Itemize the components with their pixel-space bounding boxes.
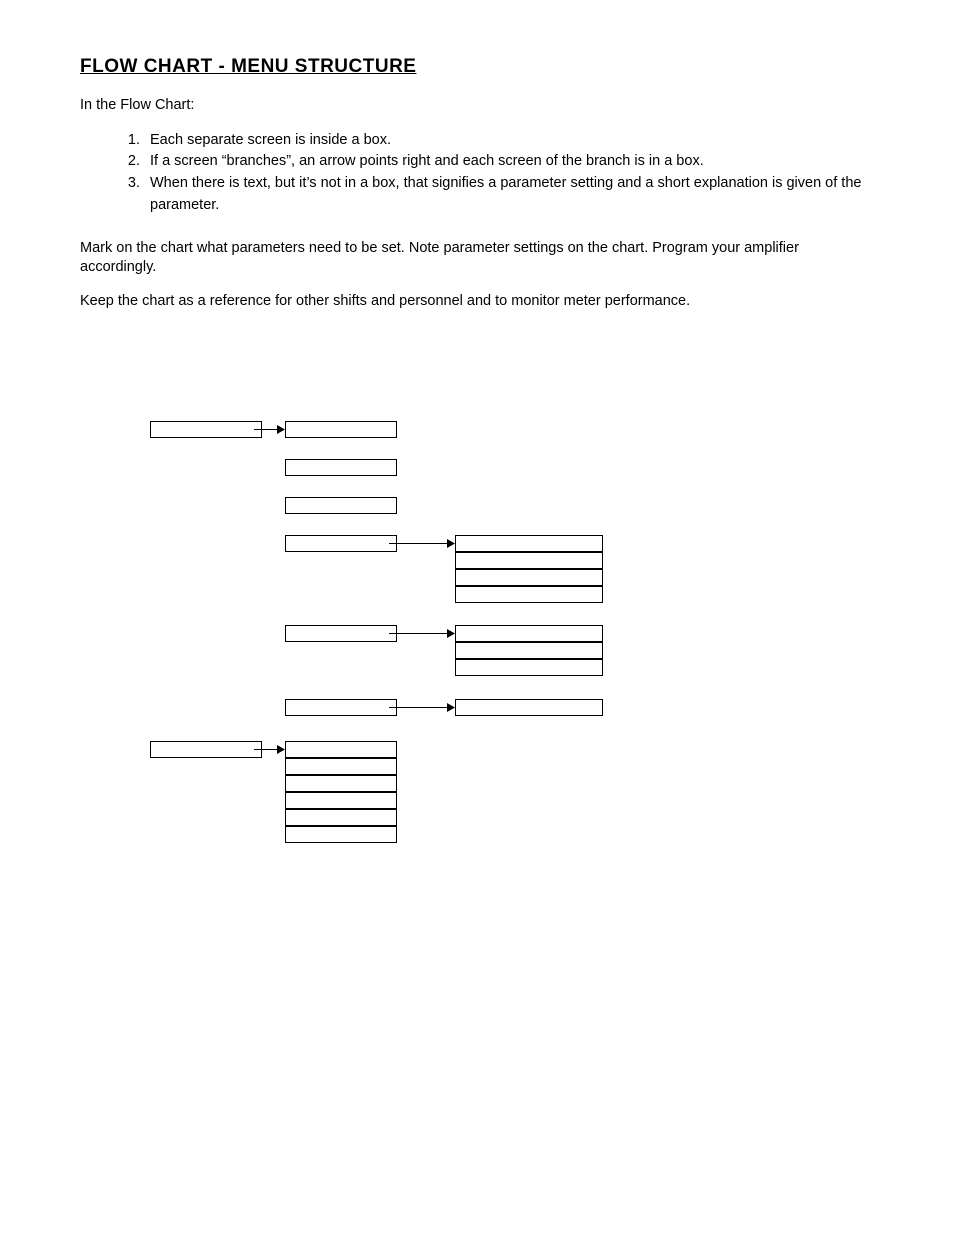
flow-box bbox=[285, 497, 397, 514]
flow-box bbox=[150, 421, 262, 438]
flow-box bbox=[285, 625, 397, 642]
list-item: If a screen “branches”, an arrow points … bbox=[144, 151, 874, 173]
intro-paragraph: In the Flow Chart: bbox=[80, 96, 874, 116]
flow-box bbox=[285, 792, 397, 809]
instruction-list: Each separate screen is inside a box. If… bbox=[80, 130, 874, 217]
flow-box bbox=[455, 625, 603, 642]
flow-box bbox=[150, 741, 262, 758]
flow-box bbox=[285, 775, 397, 792]
document-page: FLOW CHART - MENU STRUCTURE In the Flow … bbox=[0, 0, 954, 1235]
flow-box bbox=[455, 642, 603, 659]
flow-arrow bbox=[389, 703, 455, 704]
flow-box bbox=[285, 809, 397, 826]
flow-box bbox=[285, 421, 397, 438]
flow-box bbox=[285, 826, 397, 843]
flow-arrow bbox=[389, 629, 455, 630]
flow-box bbox=[455, 699, 603, 716]
flow-box bbox=[455, 586, 603, 603]
flow-box bbox=[285, 535, 397, 552]
flow-box bbox=[285, 459, 397, 476]
flow-box bbox=[455, 659, 603, 676]
flow-arrow bbox=[254, 425, 285, 426]
flow-box bbox=[285, 758, 397, 775]
flow-arrow bbox=[254, 745, 285, 746]
flow-box bbox=[285, 741, 397, 758]
list-item: Each separate screen is inside a box. bbox=[144, 130, 874, 152]
flow-box bbox=[455, 552, 603, 569]
page-title: FLOW CHART - MENU STRUCTURE bbox=[80, 56, 874, 78]
flow-box bbox=[285, 699, 397, 716]
paragraph-keep: Keep the chart as a reference for other … bbox=[80, 292, 874, 312]
flow-box bbox=[455, 569, 603, 586]
flow-box bbox=[455, 535, 603, 552]
flow-arrow bbox=[389, 539, 455, 540]
paragraph-mark: Mark on the chart what parameters need t… bbox=[80, 239, 874, 278]
flow-chart-diagram bbox=[150, 421, 850, 921]
list-item: When there is text, but it’s not in a bo… bbox=[144, 173, 874, 217]
